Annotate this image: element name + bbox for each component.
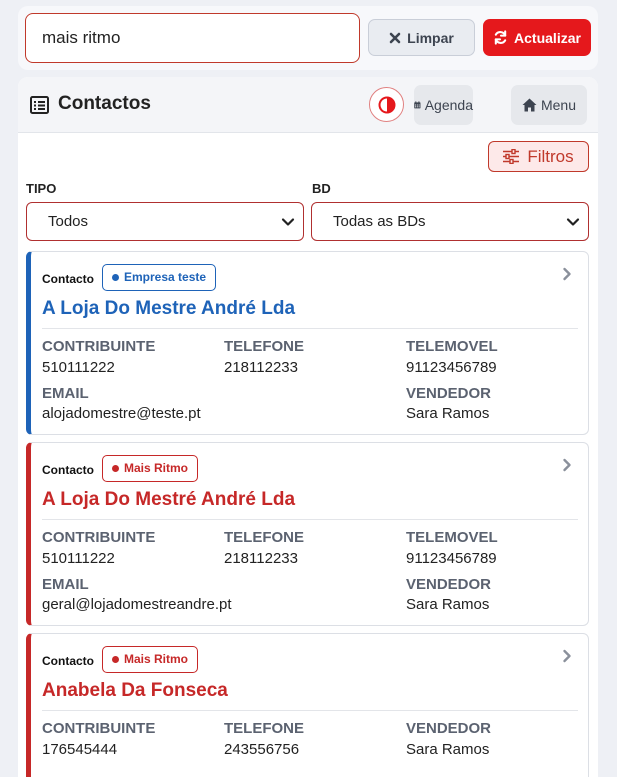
contribuinte-label: CONTRIBUINTE: [42, 720, 156, 737]
vendedor-value: Sara Ramos: [406, 741, 490, 758]
contact-name[interactable]: Anabela Da Fonseca: [42, 680, 228, 702]
contrast-toggle-button[interactable]: [369, 87, 404, 122]
contact-card[interactable]: Contacto Mais Ritmo A Loja Do Mestré And…: [26, 442, 589, 626]
update-button[interactable]: Actualizar: [483, 19, 591, 56]
bd-select[interactable]: Todas as BDs: [311, 202, 589, 241]
email-label: EMAIL: [42, 576, 89, 593]
telefone-value: 218112233: [224, 550, 298, 567]
tipo-select[interactable]: Todos: [26, 202, 304, 241]
agenda-button-label: Agenda: [424, 97, 473, 113]
refresh-icon: [494, 30, 507, 45]
vendedor-label: VENDEDOR: [406, 576, 492, 593]
divider: [42, 710, 578, 711]
contrast-icon: [378, 96, 395, 113]
telefone-label: TELEFONE: [224, 720, 305, 737]
chevron-right-icon[interactable]: [562, 649, 572, 663]
email-value: geral@lojadomestreandre.pt: [42, 596, 232, 613]
list-icon: [30, 96, 49, 114]
contribuinte-label: CONTRIBUINTE: [42, 529, 156, 546]
telemovel-label: TELEMOVEL: [406, 529, 498, 546]
menu-button[interactable]: Menu: [511, 85, 587, 125]
chevron-right-icon[interactable]: [562, 267, 572, 281]
vendedor-value: Sara Ramos: [406, 596, 490, 613]
telemovel-value: 91123456789: [406, 359, 497, 376]
email-label: EMAIL: [42, 385, 89, 402]
tipo-select-value: Todos: [48, 213, 89, 230]
vendedor-label: VENDEDOR: [406, 385, 492, 402]
contact-card[interactable]: Contacto Empresa teste A Loja Do Mestre …: [26, 251, 589, 435]
contact-type-label: Contacto: [42, 654, 94, 668]
contacts-panel: Contactos Agenda Menu Filtros TIPO BD To…: [18, 77, 598, 777]
clear-button-label: Limpar: [407, 29, 454, 46]
contact-type-label: Contacto: [42, 463, 94, 477]
sliders-icon: [503, 149, 520, 164]
search-input[interactable]: [25, 13, 360, 63]
chevron-down-icon: [566, 218, 580, 226]
contribuinte-value: 510111222: [42, 359, 115, 376]
tipo-label: TIPO: [26, 181, 57, 196]
vendedor-value: Sara Ramos: [406, 405, 490, 422]
telefone-label: TELEFONE: [224, 529, 305, 546]
chevron-down-icon: [281, 218, 295, 226]
contact-name[interactable]: A Loja Do Mestré André Lda: [42, 489, 295, 511]
filters-button[interactable]: Filtros: [488, 141, 589, 172]
divider: [42, 328, 578, 329]
contribuinte-value: 510111222: [42, 550, 115, 567]
agenda-button[interactable]: Agenda: [414, 85, 473, 125]
update-button-label: Actualizar: [514, 29, 581, 46]
telemovel-value: 91123456789: [406, 550, 497, 567]
close-icon: [389, 32, 401, 43]
bd-label: BD: [312, 181, 331, 196]
contribuinte-value: 176545444: [42, 741, 118, 758]
database-badge: Mais Ritmo: [102, 646, 199, 673]
home-icon: [522, 98, 537, 112]
contact-name[interactable]: A Loja Do Mestre André Lda: [42, 298, 295, 320]
email-value: alojadomestre@teste.pt: [42, 405, 201, 422]
chevron-right-icon[interactable]: [562, 458, 572, 472]
calendar-icon: [414, 101, 421, 109]
vendedor-label: VENDEDOR: [406, 720, 492, 737]
divider: [42, 519, 578, 520]
page-title: Contactos: [58, 93, 151, 114]
telefone-label: TELEFONE: [224, 338, 305, 355]
database-badge: Empresa teste: [102, 264, 217, 291]
contribuinte-label: CONTRIBUINTE: [42, 338, 156, 355]
menu-button-label: Menu: [540, 97, 577, 113]
bd-select-value: Todas as BDs: [333, 213, 426, 230]
telefone-value: 218112233: [224, 359, 298, 376]
contact-type-label: Contacto: [42, 272, 94, 286]
panel-header: Contactos Agenda Menu: [18, 77, 598, 133]
clear-button[interactable]: Limpar: [368, 19, 475, 56]
contact-card[interactable]: Contacto Mais Ritmo Anabela Da Fonseca C…: [26, 633, 589, 777]
telefone-value: 243556756: [224, 741, 300, 758]
telemovel-label: TELEMOVEL: [406, 338, 498, 355]
filters-button-label: Filtros: [527, 146, 574, 166]
database-badge: Mais Ritmo: [102, 455, 199, 482]
